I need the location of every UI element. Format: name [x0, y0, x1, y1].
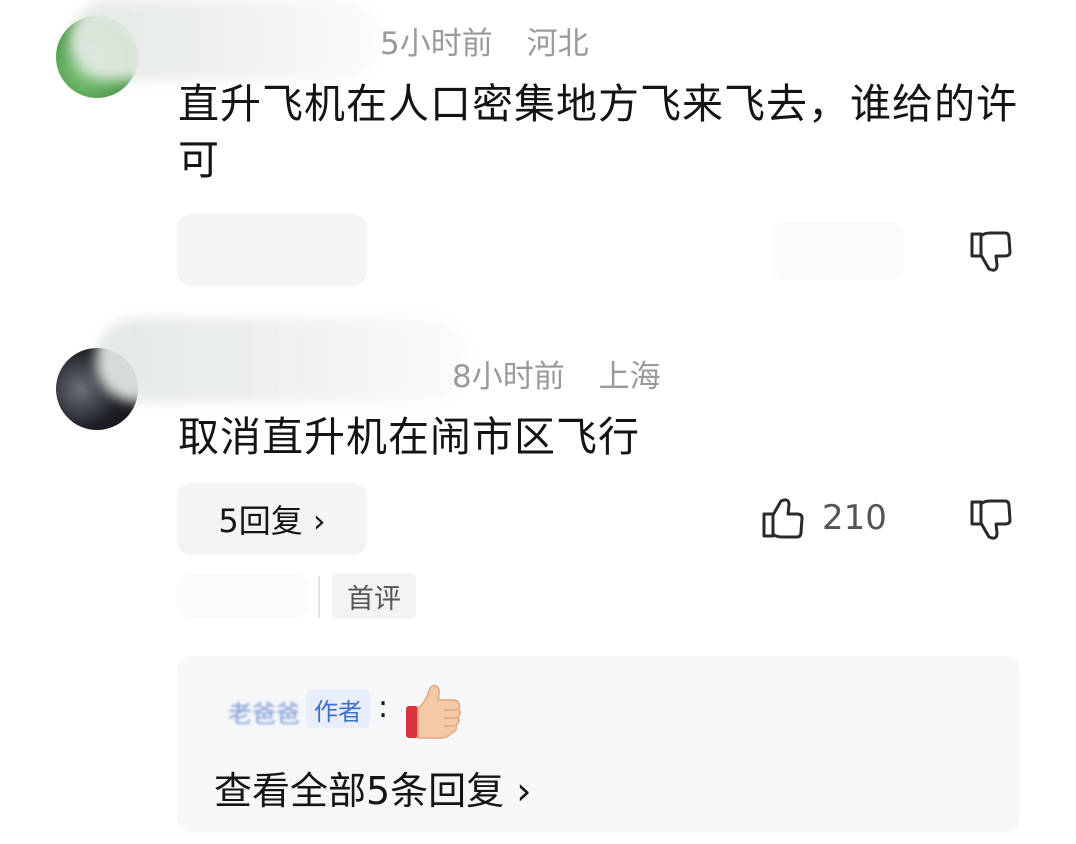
reply-colon: :: [378, 690, 389, 725]
reply-author-name[interactable]: 老爸爸: [228, 694, 300, 729]
thumbs-up-emoji-icon: [406, 684, 462, 739]
comment-time: 8小时前: [452, 359, 565, 395]
redacted-username-blur: [70, 0, 380, 80]
comment-time: 5小时前: [380, 26, 493, 62]
reply-button[interactable]: [177, 214, 367, 286]
divider: [318, 576, 320, 618]
blurred-tag: [177, 573, 309, 619]
comment-text: 取消直升机在闹市区飞行: [178, 413, 640, 461]
redacted-username-blur: [96, 318, 468, 402]
thumbs-down-icon[interactable]: [968, 228, 1014, 274]
comment-location: 河北: [526, 26, 589, 62]
comment-meta: 5小时前 河北: [380, 18, 613, 63]
thumbs-down-icon[interactable]: [968, 496, 1014, 542]
comment-meta: 8小时前 上海: [452, 351, 685, 396]
like-area-blurred[interactable]: [772, 222, 904, 280]
comment-location: 上海: [598, 359, 661, 395]
like-count: 210: [822, 498, 887, 538]
thumbs-up-icon[interactable]: [760, 496, 806, 542]
author-tag: 作者: [306, 690, 370, 728]
reply-count-button[interactable]: 5回复 ›: [177, 483, 367, 555]
first-comment-badge: 首评: [332, 573, 416, 619]
comment-text: 直升飞机在人口密集地方飞来飞去，谁给的许可: [178, 80, 1018, 184]
view-all-replies-link[interactable]: 查看全部5条回复 ›: [214, 760, 531, 815]
